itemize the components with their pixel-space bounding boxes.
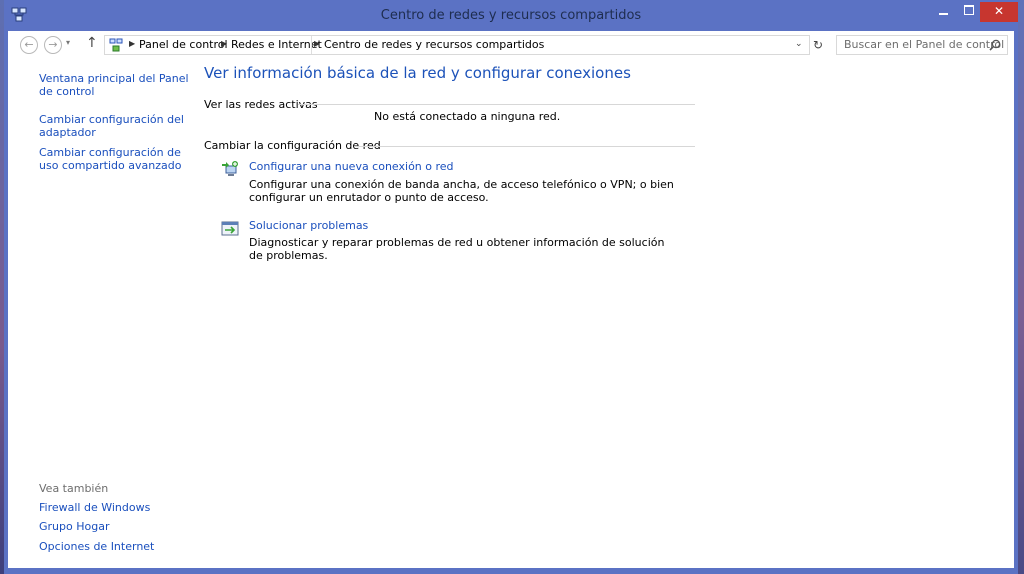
- section-divider: [354, 146, 695, 147]
- sidebar-link-advanced-sharing[interactable]: Cambiar configuración de uso compartido …: [39, 146, 189, 172]
- control-panel-icon: [109, 38, 123, 52]
- up-arrow-icon[interactable]: ↑: [86, 35, 98, 51]
- search-icon[interactable]: [989, 39, 1001, 51]
- maximize-icon: [964, 5, 974, 15]
- window-bottom-border: [4, 568, 1018, 574]
- see-also-heading: Vea también: [39, 482, 109, 495]
- no-network-status: No está conectado a ninguna red.: [374, 110, 561, 123]
- close-button[interactable]: ✕: [980, 2, 1018, 22]
- sidebar-link-homegroup[interactable]: Grupo Hogar: [39, 520, 189, 533]
- back-button[interactable]: ←: [20, 36, 38, 54]
- search-placeholder: Buscar en el Panel de control: [844, 38, 1005, 51]
- troubleshoot-icon: [221, 221, 239, 236]
- close-icon: ✕: [993, 4, 1005, 18]
- window-title: Centro de redes y recursos compartidos: [380, 8, 642, 23]
- troubleshoot-problems-link[interactable]: Solucionar problemas: [249, 219, 368, 232]
- navigation-bar: ← → ▾ ↑ ▶ Panel de control ▶ Redes e Int…: [8, 31, 1014, 57]
- breadcrumb-network-center[interactable]: Centro de redes y recursos compartidos: [324, 38, 544, 51]
- sidebar-link-control-panel-home[interactable]: Ventana principal del Panel de control: [39, 72, 189, 98]
- content-pane: Ventana principal del Panel de control C…: [8, 57, 1014, 568]
- sidebar-link-windows-firewall[interactable]: Firewall de Windows: [39, 501, 189, 514]
- sidebar-link-internet-options[interactable]: Opciones de Internet: [39, 540, 189, 553]
- forward-button[interactable]: →: [44, 36, 62, 54]
- breadcrumb-network-internet[interactable]: Redes e Internet: [231, 38, 322, 51]
- breadcrumb-divider: [311, 36, 312, 54]
- title-bar[interactable]: Centro de redes y recursos compartidos ✕: [4, 0, 1018, 31]
- setup-new-connection-description: Configurar una conexión de banda ancha, …: [249, 178, 674, 204]
- address-dropdown-icon[interactable]: ⌄: [795, 39, 803, 49]
- recent-locations-dropdown-icon[interactable]: ▾: [66, 38, 70, 47]
- refresh-icon[interactable]: ↻: [813, 38, 823, 52]
- minimize-button[interactable]: [930, 2, 956, 22]
- breadcrumb-control-panel[interactable]: Panel de control: [139, 38, 228, 51]
- sidebar-link-adapter-settings[interactable]: Cambiar configuración del adaptador: [39, 113, 189, 139]
- breadcrumb-chevron-icon[interactable]: ▶: [314, 39, 320, 48]
- new-connection-icon: [222, 161, 238, 176]
- search-input[interactable]: Buscar en el Panel de control: [836, 35, 1008, 55]
- minimize-icon: [938, 13, 948, 15]
- desktop-background-right: [1018, 0, 1024, 574]
- page-title: Ver información básica de la red y confi…: [204, 64, 631, 82]
- maximize-button[interactable]: [956, 2, 982, 22]
- setup-new-connection-link[interactable]: Configurar una nueva conexión o red: [249, 160, 454, 173]
- troubleshoot-problems-description: Diagnosticar y reparar problemas de red …: [249, 236, 665, 262]
- breadcrumb-chevron-icon[interactable]: ▶: [221, 39, 227, 48]
- section-divider: [298, 104, 695, 105]
- breadcrumb-chevron-icon[interactable]: ▶: [129, 39, 135, 48]
- back-arrow-icon: ←: [24, 38, 34, 51]
- forward-arrow-icon: →: [48, 38, 58, 51]
- address-bar[interactable]: ▶ Panel de control ▶ Redes e Internet ▶ …: [104, 35, 810, 55]
- explorer-window: Centro de redes y recursos compartidos ✕…: [4, 0, 1018, 574]
